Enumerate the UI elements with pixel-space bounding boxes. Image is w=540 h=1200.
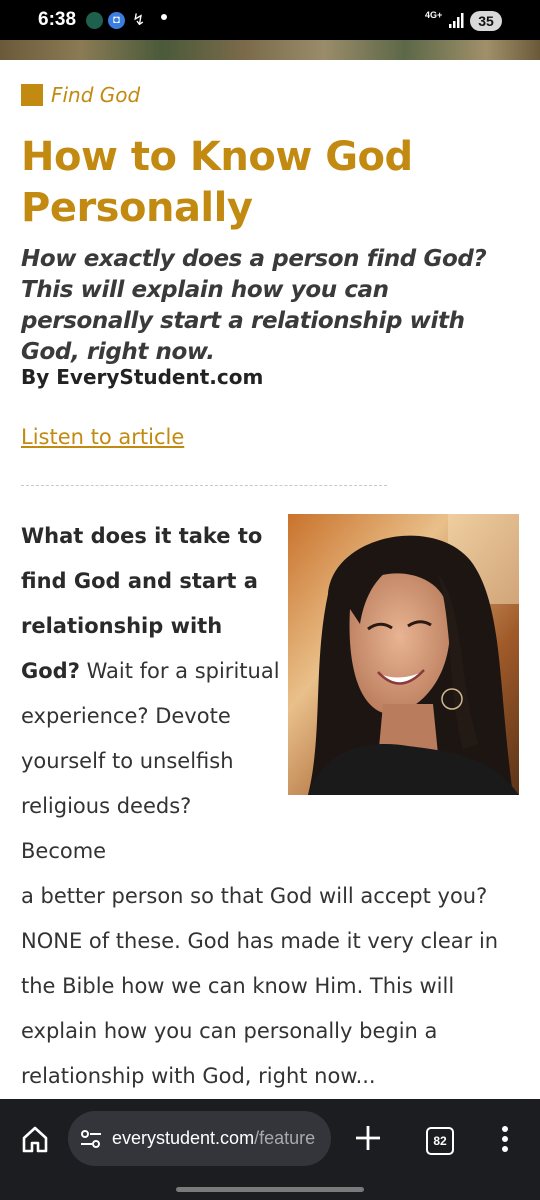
- category-square-icon: [21, 84, 43, 106]
- status-time: 6:38: [38, 9, 77, 30]
- hero-image: [0, 40, 540, 60]
- url-text[interactable]: everystudent.com/feature: [112, 1128, 324, 1149]
- listen-to-article-link[interactable]: Listen to article: [21, 425, 184, 449]
- status-bar: 6:38 ◘ ↯ 4G+ 35: [0, 0, 540, 40]
- globe-notification-icon: [86, 12, 103, 29]
- missed-call-icon: ↯: [132, 12, 146, 29]
- article-intro: What does it take to find God and start …: [21, 514, 521, 1099]
- browser-toolbar: everystudent.com/feature 82: [0, 1099, 540, 1200]
- plus-icon[interactable]: [354, 1124, 382, 1152]
- intro-wrapped-part: What does it take to find God and start …: [21, 514, 283, 874]
- more-notifications-dot-icon: [161, 14, 167, 20]
- category-label[interactable]: Find God: [51, 83, 140, 107]
- signal-icon: [449, 13, 464, 28]
- more-vert-icon[interactable]: [500, 1125, 510, 1153]
- intro-text-part-1: Wait for a spiritual experience? Devote …: [21, 659, 280, 863]
- app-notification-icon: ◘: [108, 12, 125, 29]
- battery-icon: 35: [470, 11, 502, 31]
- intro-text-part-2: a better person so that God will accept …: [21, 884, 499, 1088]
- url-path: /feature: [254, 1128, 316, 1148]
- address-bar[interactable]: everystudent.com/feature: [68, 1111, 331, 1166]
- gesture-navigation-bar[interactable]: [176, 1187, 364, 1192]
- url-host: everystudent.com: [112, 1128, 255, 1148]
- article-subtitle: How exactly does a person find God? This…: [21, 246, 487, 365]
- divider: [21, 485, 387, 486]
- byline: By EveryStudent.com: [21, 365, 264, 389]
- tune-icon[interactable]: [80, 1129, 102, 1149]
- home-icon[interactable]: [20, 1124, 50, 1154]
- page-title: How to Know God Personally: [21, 134, 413, 231]
- tabs-icon[interactable]: 82: [426, 1127, 454, 1155]
- category-tag[interactable]: Find God: [21, 83, 140, 107]
- network-type-icon: 4G+: [425, 10, 443, 20]
